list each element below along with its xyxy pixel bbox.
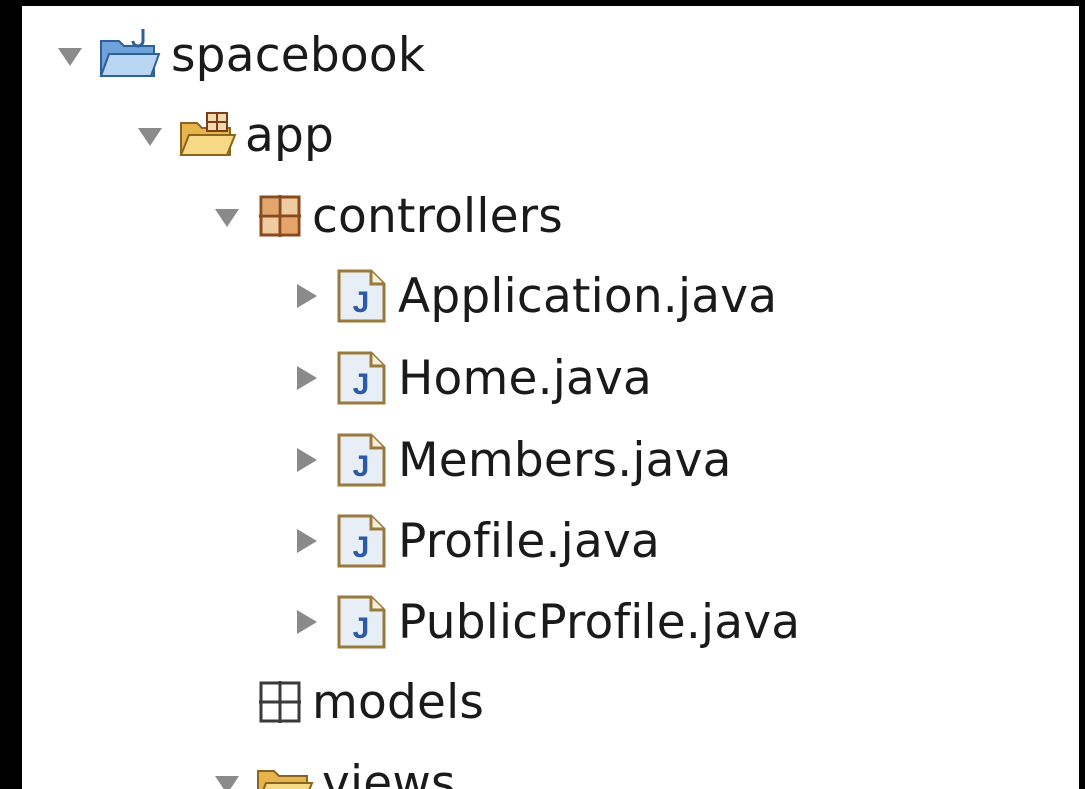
tree-item-profile-java[interactable]: J Profile.java xyxy=(290,501,660,581)
tree-item-label: Profile.java xyxy=(398,513,660,569)
chevron-right-icon[interactable] xyxy=(290,281,320,311)
chevron-down-icon[interactable] xyxy=(135,120,165,150)
tree-item-app[interactable]: app xyxy=(135,95,334,175)
tree-item-label: controllers xyxy=(312,188,563,244)
java-file-icon: J xyxy=(334,350,390,406)
tree-item-application-java[interactable]: J Application.java xyxy=(290,256,777,336)
tree-item-label: Application.java xyxy=(398,268,778,324)
java-file-icon: J xyxy=(334,594,390,650)
source-folder-icon xyxy=(179,109,237,161)
tree-item-label: models xyxy=(312,674,485,730)
tree-item-label: views xyxy=(322,755,456,789)
tree-item-label: app xyxy=(245,107,335,163)
tree-item-spacebook[interactable]: spacebook xyxy=(55,15,425,95)
java-project-folder-icon xyxy=(99,27,163,83)
svg-text:J: J xyxy=(353,286,370,319)
chevron-down-icon[interactable] xyxy=(212,201,242,231)
svg-text:J: J xyxy=(353,368,370,401)
svg-text:J: J xyxy=(353,531,370,564)
package-icon xyxy=(256,192,304,240)
tree-item-label: Members.java xyxy=(398,432,732,488)
package-explorer-tree: spacebook app controllers J Application.… xyxy=(0,0,1085,789)
tree-item-label: Home.java xyxy=(398,350,653,406)
tree-item-models[interactable]: models xyxy=(212,662,484,742)
empty-package-icon xyxy=(256,678,304,726)
disclosure-placeholder xyxy=(212,687,242,717)
java-file-icon: J xyxy=(334,513,390,569)
folder-icon xyxy=(256,757,314,789)
java-file-icon: J xyxy=(334,268,390,324)
tree-item-members-java[interactable]: J Members.java xyxy=(290,420,732,500)
chevron-right-icon[interactable] xyxy=(290,363,320,393)
chevron-down-icon[interactable] xyxy=(212,768,242,789)
tree-item-publicprofile-java[interactable]: J PublicProfile.java xyxy=(290,582,800,662)
svg-text:J: J xyxy=(353,612,370,645)
tree-item-views[interactable]: views xyxy=(212,743,456,789)
tree-item-home-java[interactable]: J Home.java xyxy=(290,338,652,418)
tree-item-controllers[interactable]: controllers xyxy=(212,176,563,256)
tree-item-label: spacebook xyxy=(171,27,426,83)
chevron-down-icon[interactable] xyxy=(55,40,85,70)
chevron-right-icon[interactable] xyxy=(290,445,320,475)
chevron-right-icon[interactable] xyxy=(290,526,320,556)
chevron-right-icon[interactable] xyxy=(290,607,320,637)
java-file-icon: J xyxy=(334,432,390,488)
svg-text:J: J xyxy=(353,450,370,483)
tree-item-label: PublicProfile.java xyxy=(398,594,801,650)
